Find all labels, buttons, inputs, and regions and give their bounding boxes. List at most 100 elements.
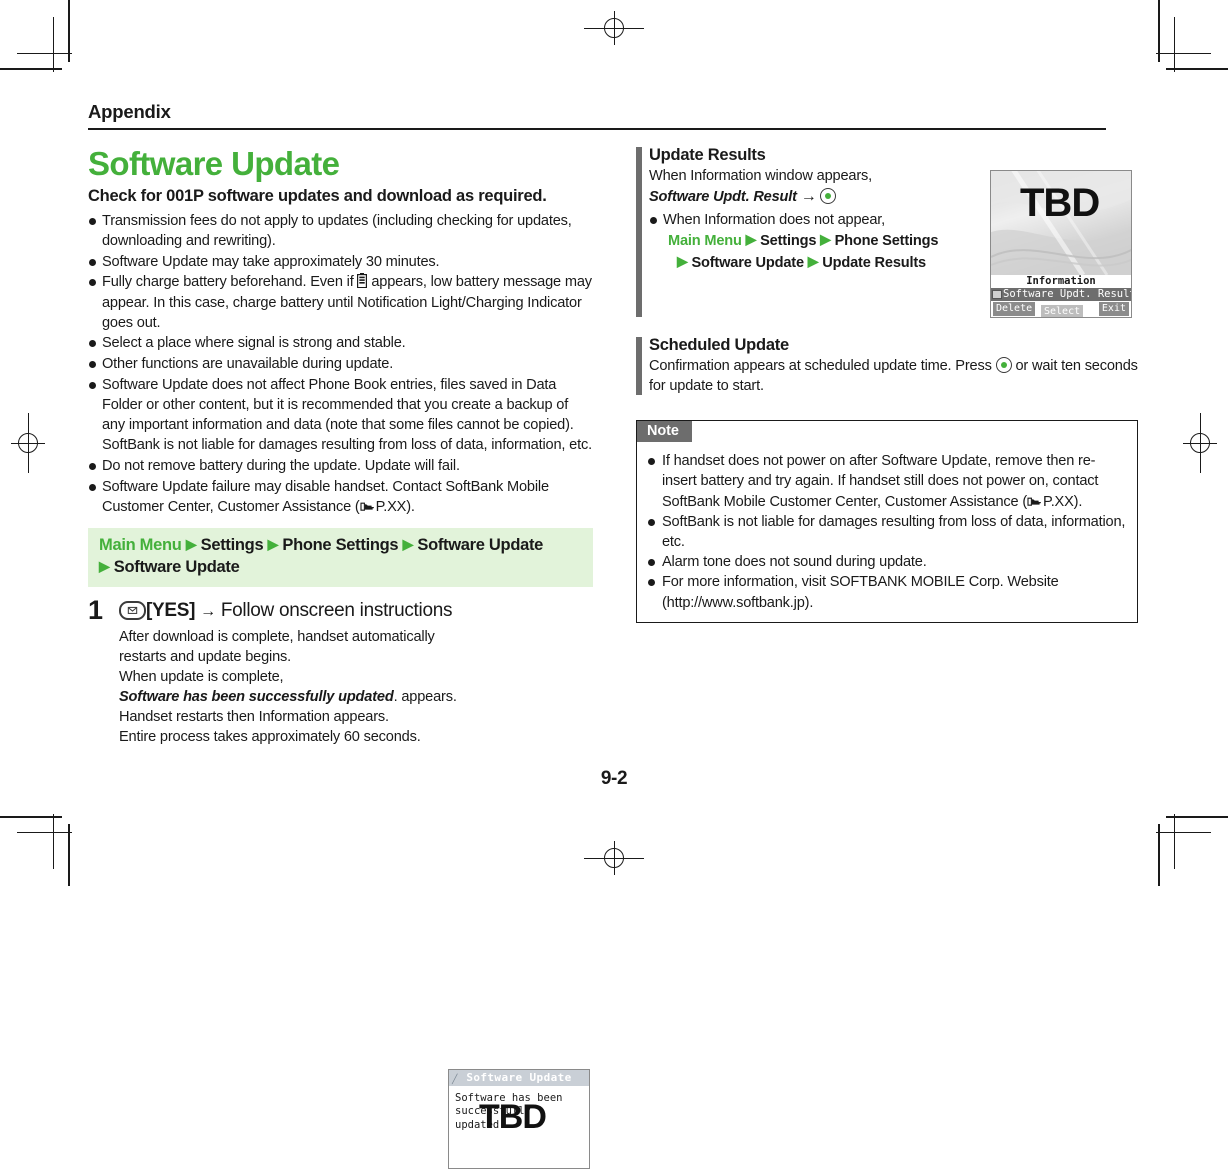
crop-mark-tr-h2 <box>1156 53 1211 55</box>
list-item: Transmission fees do not apply to update… <box>88 211 593 251</box>
left-column: Software Update Check for 001P software … <box>88 145 593 1169</box>
step-instruction: Follow onscreen instructions <box>220 599 453 621</box>
note-item-4-line-1: For more information, visit SOFTBANK MOB… <box>662 574 1059 591</box>
crop-mark-tr-h <box>1166 68 1228 70</box>
chevron-right-icon: ▶ <box>807 252 819 269</box>
nav-path-item-settings: Settings <box>760 233 817 250</box>
scheduled-update-block: Scheduled Update Confirmation appears at… <box>636 336 1138 396</box>
notes-bullet-list: Transmission fees do not apply to update… <box>88 211 593 518</box>
right-column: Update Results When Information window a… <box>636 146 1138 623</box>
chevron-right-icon: ▶ <box>677 252 688 269</box>
chevron-right-icon: ▶ <box>99 558 110 575</box>
crop-mark-bl-h2 <box>17 831 72 833</box>
softkey-exit[interactable]: Exit <box>1098 302 1129 316</box>
softkey-delete[interactable]: Delete <box>993 302 1036 316</box>
center-key-icon <box>820 188 837 204</box>
crop-mark-br-v <box>1158 824 1160 886</box>
nav-path-item-update-results: Update Results <box>822 254 926 271</box>
phone-list-row-software-updt-result[interactable]: Software Updt. Result <box>991 288 1131 301</box>
registration-mark-right <box>1183 413 1217 473</box>
phone-info-label: Information <box>991 275 1131 288</box>
scheduled-update-text: Confirmation appears at scheduled update… <box>649 356 1138 396</box>
chevron-right-icon: ▶ <box>185 536 197 553</box>
update-results-block: Update Results When Information window a… <box>636 146 1138 318</box>
page-canvas: Appendix Software Update Check for 001P … <box>0 0 1228 1169</box>
step-body-emphasis: Software has been successfully updated <box>119 688 394 705</box>
note-tab-label: Note <box>637 421 692 443</box>
chevron-right-icon: ▶ <box>820 231 831 248</box>
list-item: For more information, visit SOFTBANK MOB… <box>647 572 1127 612</box>
list-item: Do not remove battery during the update.… <box>88 456 593 476</box>
crop-mark-br-v2 <box>1173 814 1175 869</box>
note-item-4-line-2: (http://www.softbank.jp). <box>662 594 814 611</box>
note-bullet-list: If handset does not power on after Softw… <box>647 451 1127 613</box>
list-item: Other functions are unavailable during u… <box>88 354 593 374</box>
phone-list-row-label: Software Updt. Result <box>1003 288 1132 300</box>
phone-softkey-bar: Delete Select Exit <box>991 301 1131 317</box>
list-item-battery: Fully charge battery beforehand. Even if… <box>88 272 593 333</box>
nav-path-main-menu: Main Menu <box>99 536 182 555</box>
crop-mark-br-h <box>1166 816 1228 818</box>
note-box: Note If handset does not power on after … <box>636 420 1138 623</box>
list-item-failure: Software Update failure may disable hand… <box>88 477 593 517</box>
note-item-1-post: ). <box>1073 493 1083 510</box>
arrow-right-icon: → <box>800 188 817 205</box>
step-body-line-2: When update is complete, <box>119 668 284 685</box>
list-item: Software Update does not affect Phone Bo… <box>88 375 593 456</box>
lede-text: Check for 001P software updates and down… <box>88 186 547 205</box>
scheduled-update-heading: Scheduled Update <box>649 336 789 354</box>
page-number: 9-2 <box>600 768 628 789</box>
chevron-right-icon: ▶ <box>745 231 757 248</box>
battery-icon <box>357 273 368 289</box>
step-body-line-4: Entire process takes approximately 60 se… <box>119 729 421 746</box>
scheduled-update-text-pre: Confirmation appears at scheduled update… <box>649 357 992 374</box>
list-item: SoftBank is not liable for damages resul… <box>647 512 1127 552</box>
signal-icon: ╱ <box>452 1074 458 1085</box>
step-1: 1 [YES] → Follow onscreen instructions A… <box>88 594 593 1169</box>
nav-path-item-software-update: Software Update <box>691 254 804 271</box>
running-head: Appendix <box>88 101 1106 131</box>
phone-screen-title: Software Update <box>466 1070 572 1084</box>
center-key-icon <box>995 356 1012 373</box>
note-item-2: SoftBank is not liable for damages resul… <box>662 513 1126 551</box>
crop-mark-bl-v <box>68 824 70 886</box>
chevron-right-icon: ▶ <box>267 536 279 553</box>
nav-path-item-settings: Settings <box>200 536 264 555</box>
nav-path-box: Main Menu ▶ Settings ▶ Phone Settings ▶ … <box>88 528 593 587</box>
running-head-label: Appendix <box>88 101 171 122</box>
list-item: If handset does not power on after Softw… <box>647 451 1127 512</box>
update-results-heading: Update Results <box>649 146 766 164</box>
list-item: Alarm tone does not sound during update. <box>647 552 1127 572</box>
mail-envelope-icon <box>992 290 1002 299</box>
note-item-1-ref: P.XX <box>1043 493 1074 510</box>
pointing-hand-icon <box>360 502 374 511</box>
softkey-select[interactable]: Select <box>1041 305 1084 317</box>
registration-mark-bottom <box>584 841 644 875</box>
crop-mark-br-h2 <box>1156 831 1211 833</box>
step-key-label: [YES] <box>146 599 196 621</box>
step-body-line-1: After download is complete, handset auto… <box>119 628 435 665</box>
step-heading: [YES] → Follow onscreen instructions <box>119 599 593 623</box>
page-title: Software Update <box>88 145 340 182</box>
chevron-right-icon: ▶ <box>402 536 414 553</box>
nav-path-item-phone-settings: Phone Settings <box>834 233 939 250</box>
step-number: 1 <box>88 594 104 625</box>
step-body: After download is complete, handset auto… <box>119 627 459 748</box>
nav-path-item-software-update: Software Update <box>417 536 544 555</box>
tbd-overlay-label: TBD <box>1020 181 1100 225</box>
crop-mark-tl-h2 <box>17 53 72 55</box>
mail-key-icon <box>119 600 146 620</box>
arrow-right-icon: → <box>200 602 216 620</box>
nav-path-item-software-update-2: Software Update <box>113 558 240 577</box>
pointing-hand-icon <box>1027 497 1041 506</box>
crop-mark-tr-v2 <box>1173 17 1175 72</box>
crop-mark-tl-v2 <box>53 17 55 72</box>
running-head-rule <box>88 128 1106 131</box>
list-item: Software Update may take approximately 3… <box>88 252 593 272</box>
registration-mark-left <box>11 413 45 473</box>
phone-screenshot-step1: ╱ Software Update Software has been succ… <box>448 1068 590 1169</box>
phone-screenshot-update-results: TBD Information Software Updt. Result De… <box>990 170 1132 318</box>
phone-screen-title-bar: ╱ Software Update <box>449 1069 589 1086</box>
crop-mark-bl-v2 <box>53 814 55 869</box>
update-results-command-label: Software Updt. Result <box>649 189 797 205</box>
